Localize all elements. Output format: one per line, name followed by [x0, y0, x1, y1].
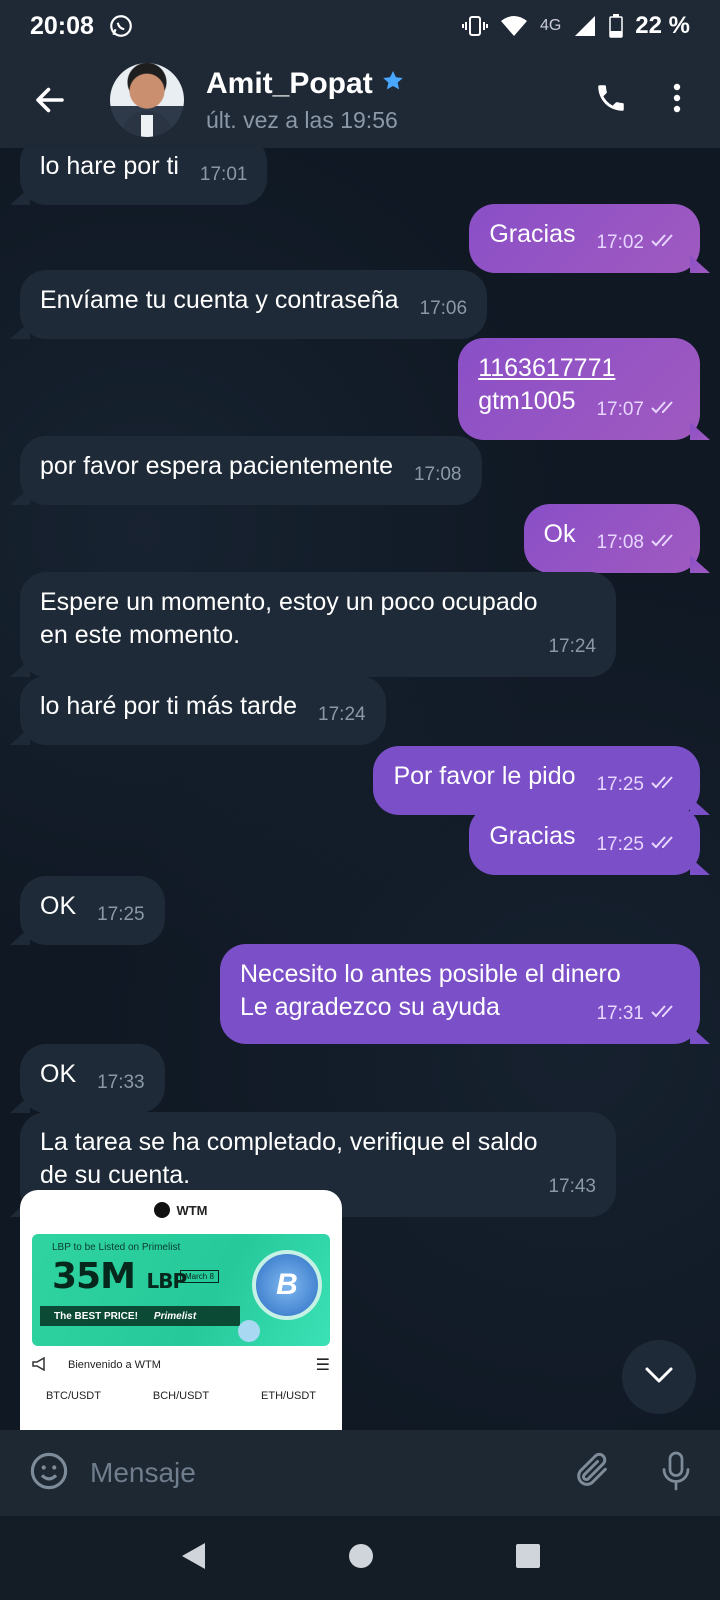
pair-label: ETH/USDT — [261, 1390, 317, 1402]
battery-percent: 22 % — [635, 12, 690, 39]
message-text: por favor espera pacientemente — [40, 452, 393, 480]
chat-area[interactable]: lo hare por ti 17:01 Gracias 17:02 Envía… — [0, 148, 720, 1430]
message-bubble[interactable]: 1163617771 gtm1005 17:07 — [458, 338, 700, 440]
network-label: 4G — [539, 17, 562, 34]
message-time: 17:24 — [318, 704, 366, 725]
scroll-down-button[interactable] — [622, 1340, 696, 1414]
paperclip-icon[interactable] — [572, 1451, 612, 1496]
list-icon: ☰ — [315, 1357, 330, 1374]
status-bar: 20:08 4G 22 % — [0, 0, 720, 52]
pair-label: BCH/USDT — [152, 1390, 210, 1402]
image-brand: WTM — [176, 1202, 208, 1218]
message-time: 17:25 — [596, 834, 644, 855]
message-bubble[interactable]: OK 17:25 — [20, 876, 165, 945]
contact-name: Amit_Popat — [206, 66, 373, 100]
message-text: gtm1005 — [478, 387, 576, 415]
image-message[interactable]: WTM LBP to be Listed on Primelist 35M LB… — [20, 1190, 342, 1430]
message-bubble[interactable]: lo haré por ti más tarde 17:24 — [20, 676, 386, 745]
message-text: Envíame tu cuenta y contraseña — [40, 286, 399, 314]
contact-info[interactable]: Amit_Popat últ. vez a las 19:56 — [206, 67, 405, 134]
emoji-icon[interactable] — [28, 1450, 70, 1497]
signal-icon — [573, 14, 597, 38]
image-banner: LBP to be Listed on Primelist 35M LBP Ma… — [32, 1234, 330, 1346]
message-time: 17:24 — [548, 636, 596, 657]
message-time: 17:43 — [548, 1176, 596, 1197]
star-badge-icon — [381, 67, 405, 101]
double-check-icon — [650, 997, 680, 1030]
system-nav-bar — [0, 1516, 720, 1600]
message-time: 17:06 — [419, 298, 468, 319]
banner-strip: The BEST PRICE! Primelist — [40, 1306, 240, 1326]
vibrate-icon — [461, 14, 488, 38]
message-bubble[interactable]: Gracias 17:02 — [469, 204, 700, 273]
message-text: La tarea se ha completado, verifique el … — [40, 1128, 538, 1156]
back-arrow-icon[interactable] — [32, 82, 68, 118]
notice-text: Bienvenido a WTM — [68, 1359, 161, 1371]
message-time: 17:25 — [97, 904, 145, 925]
message-time: 17:08 — [413, 464, 462, 485]
wifi-icon — [500, 15, 528, 37]
message-time: 17:33 — [97, 1072, 145, 1093]
message-bubble[interactable]: Necesito lo antes posible el dinero Le a… — [220, 944, 700, 1044]
message-input[interactable]: Mensaje — [90, 1457, 572, 1489]
last-seen: últ. vez a las 19:56 — [206, 106, 398, 133]
message-text: Le agradezco su ayuda — [240, 993, 500, 1021]
message-text: Gracias — [489, 822, 576, 850]
message-text: OK — [40, 1060, 77, 1088]
message-time: 17:07 — [596, 399, 644, 420]
banner-date: March 8 — [180, 1270, 219, 1283]
nav-recents-icon[interactable] — [515, 1543, 541, 1574]
message-time: 17:31 — [596, 1003, 644, 1024]
pair-label: BTC/USDT — [45, 1390, 101, 1402]
message-text: Por favor le pido — [393, 762, 576, 790]
phone-icon[interactable] — [594, 81, 628, 120]
chevron-down-icon — [644, 1366, 674, 1389]
banner-line: LBP to be Listed on Primelist — [52, 1242, 181, 1253]
double-check-icon — [650, 768, 680, 801]
message-time: 17:25 — [596, 774, 644, 795]
message-text: lo haré por ti más tarde — [40, 692, 298, 720]
message-time: 17:08 — [596, 532, 644, 553]
double-check-icon — [650, 828, 680, 861]
message-time: 17:01 — [199, 164, 248, 185]
message-text: OK — [40, 892, 77, 920]
message-bubble[interactable]: Gracias 17:25 — [469, 806, 700, 875]
pair-list: BTC/USDT BCH/USDT ETH/USDT — [20, 1390, 342, 1402]
more-vert-icon[interactable] — [672, 82, 682, 119]
double-check-icon — [650, 226, 680, 259]
message-bubble[interactable]: OK 17:33 — [20, 1044, 165, 1113]
nav-back-icon[interactable] — [179, 1541, 207, 1576]
message-bubble[interactable]: Espere un momento, estoy un poco ocupado… — [20, 572, 616, 677]
message-input-bar: Mensaje — [0, 1430, 720, 1516]
message-bubble[interactable]: lo hare por ti 17:01 — [20, 148, 268, 205]
megaphone-icon — [32, 1356, 50, 1374]
image-header: WTM — [20, 1190, 342, 1230]
decor-circle — [238, 1320, 260, 1342]
message-bubble[interactable]: Por favor le pido 17:25 — [373, 746, 700, 815]
chat-header: Amit_Popat últ. vez a las 19:56 — [0, 52, 720, 148]
message-bubble[interactable]: por favor espera pacientemente 17:08 — [20, 436, 482, 505]
microphone-icon[interactable] — [658, 1450, 694, 1497]
double-check-icon — [650, 526, 680, 559]
status-time: 20:08 — [30, 11, 94, 40]
wtm-logo-icon — [154, 1202, 171, 1218]
double-check-icon — [650, 393, 680, 426]
nav-home-icon[interactable] — [347, 1542, 375, 1575]
message-text: lo hare por ti — [40, 152, 179, 180]
message-text: Ok — [543, 520, 576, 548]
battery-icon — [609, 14, 624, 38]
message-bubble[interactable]: Ok 17:08 — [523, 504, 700, 573]
message-time: 17:02 — [596, 232, 644, 253]
avatar[interactable] — [110, 63, 184, 137]
message-bubble[interactable]: Envíame tu cuenta y contraseña 17:06 — [20, 270, 488, 339]
message-text: Espere un momento, estoy un poco ocupado — [40, 588, 538, 616]
message-text: Gracias — [489, 220, 576, 248]
message-text: Necesito lo antes posible el dinero — [240, 960, 621, 988]
coin-icon: B — [252, 1250, 322, 1320]
banner-amount: 35M LBP — [52, 1256, 187, 1297]
message-link[interactable]: 1163617771 — [478, 354, 615, 382]
image-notice: Bienvenido a WTM ☰ — [20, 1350, 342, 1380]
whatsapp-icon — [108, 13, 134, 39]
